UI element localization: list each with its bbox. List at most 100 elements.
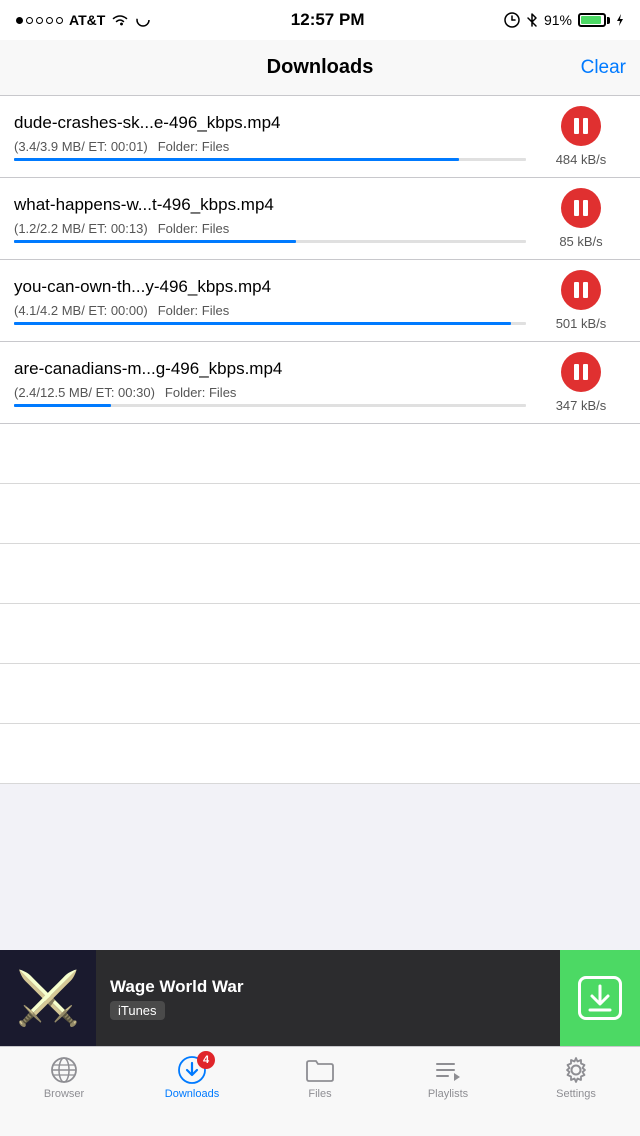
pause-button[interactable] [561,106,601,146]
download-size: (2.4/12.5 MB/ ET: 00:30) [14,385,155,400]
download-folder: Folder: Files [158,303,230,318]
download-filename: what-happens-w...t-496_kbps.mp4 [14,194,526,216]
tab-files[interactable]: Files [256,1055,384,1100]
loading-icon [135,12,151,28]
globe-icon [49,1055,79,1085]
pause-button[interactable] [561,352,601,392]
empty-row [0,724,640,784]
empty-row [0,604,640,664]
download-list: dude-crashes-sk...e-496_kbps.mp4 (3.4/3.… [0,96,640,784]
progress-bar-container [14,240,526,243]
tab-browser[interactable]: Browser [0,1055,128,1100]
download-meta: (2.4/12.5 MB/ ET: 00:30) Folder: Files [14,385,526,400]
download-speed: 85 kB/s [559,234,602,249]
download-meta: (4.1/4.2 MB/ ET: 00:00) Folder: Files [14,303,526,318]
pause-bar-left [574,118,579,134]
tab-downloads[interactable]: 4 Downloads [128,1055,256,1100]
progress-bar-container [14,158,526,161]
download-size: (3.4/3.9 MB/ ET: 00:01) [14,139,148,154]
ad-title: Wage World War [110,977,546,997]
charging-icon [616,13,624,27]
pause-icon [574,118,588,134]
status-left: AT&T [16,12,151,28]
progress-bar-container [14,322,526,325]
download-folder: Folder: Files [158,139,230,154]
download-item-info: what-happens-w...t-496_kbps.mp4 (1.2/2.2… [14,194,536,242]
ad-banner[interactable]: ⚔️ Wage World War iTunes [0,950,640,1046]
progress-bar-fill [14,158,459,161]
dot5 [56,17,63,24]
download-item-controls: 85 kB/s [536,188,626,249]
pause-button[interactable] [561,188,601,228]
download-item: you-can-own-th...y-496_kbps.mp4 (4.1/4.2… [0,260,640,342]
battery-icon [578,13,610,27]
pause-icon [574,364,588,380]
download-icon: 4 [177,1055,207,1085]
download-speed: 347 kB/s [556,398,607,413]
bluetooth-icon [526,12,538,28]
download-item-info: are-canadians-m...g-496_kbps.mp4 (2.4/12… [14,358,536,406]
tab-settings-label: Settings [556,1088,596,1100]
status-right: 91% [504,12,624,28]
dot4 [46,17,53,24]
tab-downloads-label: Downloads [165,1088,219,1100]
status-bar: AT&T 12:57 PM 91% [0,0,640,40]
download-filename: dude-crashes-sk...e-496_kbps.mp4 [14,112,526,134]
pause-bar-right [583,364,588,380]
dot1 [16,17,23,24]
ad-cta-button[interactable] [560,950,640,1046]
pause-button[interactable] [561,270,601,310]
tab-playlists-label: Playlists [428,1088,468,1100]
progress-bar-fill [14,322,511,325]
tab-files-label: Files [308,1088,331,1100]
ad-download-icon [578,976,622,1020]
download-speed: 501 kB/s [556,316,607,331]
pause-bar-left [574,200,579,216]
download-speed: 484 kB/s [556,152,607,167]
download-item: what-happens-w...t-496_kbps.mp4 (1.2/2.2… [0,178,640,260]
download-folder: Folder: Files [165,385,237,400]
clear-button[interactable]: Clear [581,57,626,79]
tab-bar: Browser 4 Downloads Files [0,1046,640,1136]
download-item-controls: 484 kB/s [536,106,626,167]
download-size: (4.1/4.2 MB/ ET: 00:00) [14,303,148,318]
tab-playlists[interactable]: Playlists [384,1055,512,1100]
download-item-info: dude-crashes-sk...e-496_kbps.mp4 (3.4/3.… [14,112,536,160]
progress-bar-fill [14,240,296,243]
pause-icon [574,200,588,216]
ad-subtitle: iTunes [110,1001,165,1020]
tab-settings[interactable]: Settings [512,1055,640,1100]
status-time: 12:57 PM [291,10,365,30]
downloads-badge: 4 [197,1051,215,1069]
pause-bar-right [583,118,588,134]
download-item: are-canadians-m...g-496_kbps.mp4 (2.4/12… [0,342,640,424]
download-item: dude-crashes-sk...e-496_kbps.mp4 (3.4/3.… [0,96,640,178]
dot3 [36,17,43,24]
folder-icon [305,1055,335,1085]
progress-bar-container [14,404,526,407]
pause-bar-right [583,200,588,216]
page-title: Downloads [267,56,374,79]
progress-bar-fill [14,404,111,407]
carrier-label: AT&T [69,12,105,28]
empty-row [0,484,640,544]
ad-warrior-icon: ⚔️ [16,968,81,1029]
pause-icon [574,282,588,298]
battery-percent: 91% [544,12,572,28]
empty-row [0,664,640,724]
download-filename: are-canadians-m...g-496_kbps.mp4 [14,358,526,380]
download-meta: (1.2/2.2 MB/ ET: 00:13) Folder: Files [14,221,526,236]
wifi-icon [111,13,129,27]
download-filename: you-can-own-th...y-496_kbps.mp4 [14,276,526,298]
download-meta: (3.4/3.9 MB/ ET: 00:01) Folder: Files [14,139,526,154]
dot2 [26,17,33,24]
download-folder: Folder: Files [158,221,230,236]
download-item-controls: 347 kB/s [536,352,626,413]
signal-dots [16,17,63,24]
download-item-info: you-can-own-th...y-496_kbps.mp4 (4.1/4.2… [14,276,536,324]
nav-bar: Downloads Clear [0,40,640,96]
ad-text: Wage World War iTunes [96,977,560,1020]
ad-image: ⚔️ [0,950,96,1046]
gear-icon [561,1055,591,1085]
clock-icon [504,12,520,28]
